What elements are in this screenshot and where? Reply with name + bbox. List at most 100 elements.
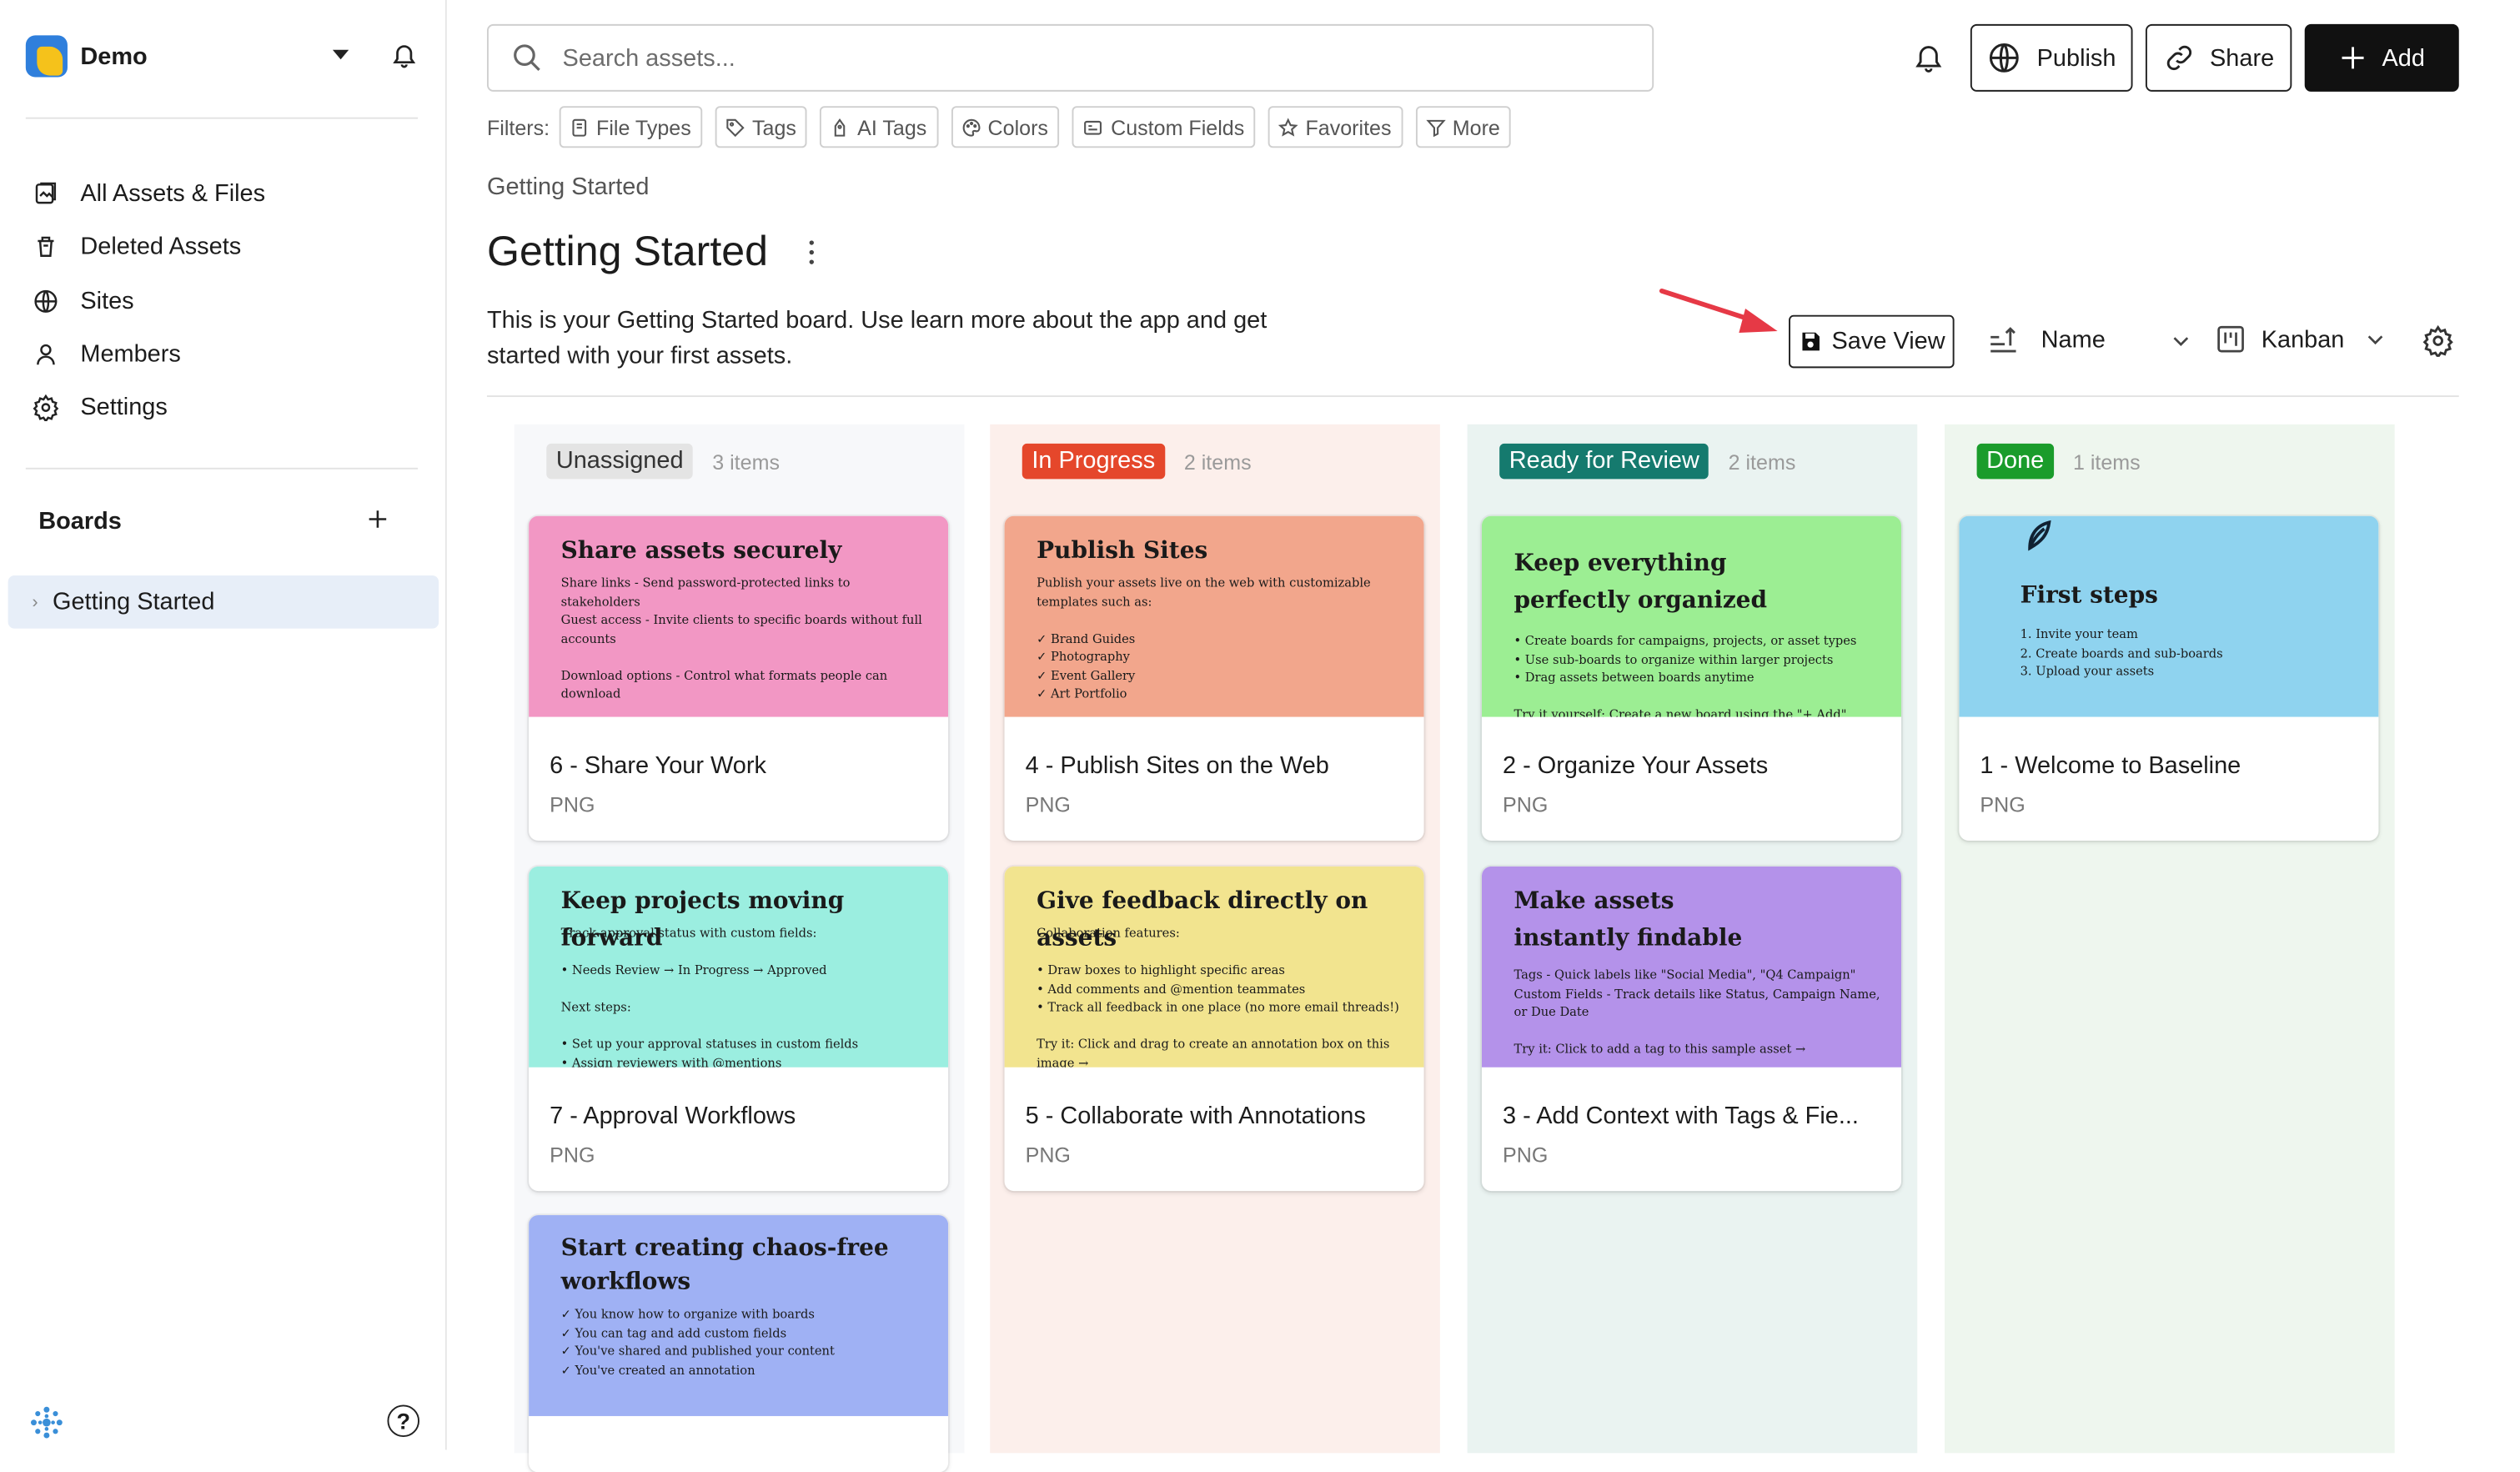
card-title: 4 - Publish Sites on the Web (1025, 751, 1329, 780)
share-label: Share (2210, 44, 2275, 72)
notifications-bell-icon[interactable] (1912, 40, 1945, 83)
page-title: Getting Started (486, 226, 769, 275)
asset-card[interactable]: Make assets instantly findable Tags - Qu… (1481, 866, 1901, 1192)
thumbnail-text: ✓ You know how to organize with boards ✓… (560, 1306, 835, 1377)
sort-label: Name (2041, 326, 2106, 354)
bell-icon[interactable] (390, 42, 418, 77)
asset-card[interactable]: Keep everything perfectly organized • Cr… (1481, 515, 1901, 841)
column-header: In Progress 2 items (1022, 443, 1252, 480)
filter-file-types[interactable]: File Types (559, 106, 703, 148)
thumbnail-text: Tags - Quick labels like "Social Media",… (1514, 967, 1880, 1057)
asset-thumbnail: First steps 1. Invite your team 2. Creat… (1959, 515, 2379, 717)
filter-label: Tags (752, 114, 796, 139)
view-mode-label: Kanban (2261, 325, 2345, 354)
asset-card[interactable]: Keep projects moving forward Track appro… (529, 866, 949, 1192)
filter-label: Favorites (1305, 114, 1392, 139)
floppy-disk-icon (1801, 332, 1820, 351)
thumbnail-heading: Make assets instantly findable (1514, 887, 1743, 952)
publish-button[interactable]: Publish (1970, 23, 2133, 92)
chevron-down-icon (2173, 336, 2189, 346)
filter-colors[interactable]: Colors (951, 106, 1060, 148)
search-box[interactable] (486, 23, 1654, 92)
filter-more[interactable]: More (1415, 106, 1512, 148)
sidebar-item-deleted-assets[interactable]: Deleted Assets (33, 221, 266, 274)
filter-tags[interactable]: Tags (715, 106, 808, 148)
board-label: Getting Started (52, 588, 215, 616)
thumbnail-heading: Publish Sites (1037, 536, 1208, 565)
save-view-button[interactable]: Save View (1789, 314, 1955, 369)
app-logo-icon[interactable] (28, 1404, 66, 1450)
column-status-badge: Unassigned (546, 443, 694, 480)
column-count: 3 items (712, 449, 780, 474)
column-header: Done 1 items (1976, 443, 2141, 480)
filters-label: Filters: (486, 114, 550, 139)
asset-thumbnail: Share assets securely Share links - Send… (529, 515, 949, 717)
workspace-switcher[interactable]: Demo (25, 35, 148, 78)
sort-dropdown[interactable]: Name (1986, 323, 2192, 356)
save-view-label: Save View (1831, 328, 1945, 355)
asset-thumbnail: Keep everything perfectly organized • Cr… (1481, 515, 1901, 717)
sort-icon (1990, 327, 2016, 353)
sidebar-item-label: All Assets & Files (80, 180, 266, 208)
thumbnail-text: Track approval status with custom fields… (560, 926, 859, 1068)
thumbnail-text: Publish your assets live on the web with… (1037, 575, 1371, 701)
card-file-type: PNG (1025, 792, 1071, 817)
sidebar-item-settings[interactable]: Settings (33, 381, 266, 435)
link-icon (2166, 45, 2191, 70)
filter-favorites[interactable]: Favorites (1268, 106, 1403, 148)
share-button[interactable]: Share (2145, 23, 2292, 92)
chevron-down-icon[interactable] (332, 49, 349, 60)
asset-card[interactable]: Give feedback directly on assets Collabo… (1004, 866, 1424, 1192)
card-file-type: PNG (1025, 1143, 1071, 1168)
chevron-right-icon[interactable]: › (33, 592, 38, 611)
sidebar-item-sites[interactable]: Sites (33, 274, 266, 328)
sidebar: Demo All Assets & Files Deleted Assets S… (0, 0, 447, 1450)
annotation-arrow-icon (1659, 288, 1778, 333)
workspace-logo (25, 35, 68, 78)
add-board-icon[interactable] (364, 506, 390, 540)
sidebar-item-all-assets[interactable]: All Assets & Files (33, 167, 266, 220)
filter-ai-tags[interactable]: AI Tags (820, 106, 938, 148)
tag-icon (725, 117, 745, 138)
board-settings-gear-icon[interactable] (2422, 324, 2454, 364)
card-title: 2 - Organize Your Assets (1503, 751, 1769, 780)
boards-heading: Boards (38, 508, 122, 535)
filter-label: File Types (596, 114, 691, 139)
asset-thumbnail: Publish Sites Publish your assets live o… (1004, 515, 1424, 717)
more-options-icon[interactable] (804, 238, 820, 274)
sidebar-item-label: Members (80, 340, 181, 369)
filter-label: Custom Fields (1111, 114, 1245, 139)
sidebar-board-getting-started[interactable]: › Getting Started (8, 575, 439, 629)
help-icon[interactable]: ? (387, 1404, 420, 1438)
filter-custom-fields[interactable]: Custom Fields (1072, 106, 1256, 148)
custom-fields-icon (1082, 117, 1104, 138)
column-status-badge: In Progress (1022, 443, 1165, 480)
asset-card[interactable]: First steps 1. Invite your team 2. Creat… (1959, 515, 2379, 841)
asset-card[interactable]: Start creating chaos-free workflows ✓ Yo… (529, 1215, 949, 1472)
chevron-down-icon (2367, 335, 2383, 345)
search-input[interactable] (559, 43, 1530, 73)
filter-label: More (1452, 114, 1500, 139)
kanban-icon (2217, 325, 2244, 353)
column-status-badge: Done (1976, 443, 2054, 480)
search-icon (514, 44, 540, 71)
assets-icon (35, 182, 57, 204)
sidebar-item-members[interactable]: Members (33, 328, 266, 381)
thumbnail-heading: Keep everything perfectly organized (1514, 550, 1768, 615)
ai-tag-icon (830, 117, 851, 138)
asset-thumbnail: Make assets instantly findable Tags - Qu… (1481, 866, 1901, 1068)
thumbnail-heading: Start creating chaos-free workflows (560, 1234, 889, 1296)
star-icon (1278, 117, 1299, 138)
breadcrumb[interactable]: Getting Started (487, 173, 649, 201)
sidebar-item-label: Sites (80, 287, 134, 315)
asset-card[interactable]: Share assets securely Share links - Send… (529, 515, 949, 841)
card-file-type: PNG (1980, 792, 2026, 817)
add-button[interactable]: Add (2304, 23, 2459, 92)
thumbnail-text: 1. Invite your team 2. Create boards and… (2020, 626, 2223, 679)
gear-icon (33, 394, 59, 422)
column-count: 1 items (2072, 449, 2141, 474)
asset-card[interactable]: Publish Sites Publish your assets live o… (1004, 515, 1424, 841)
card-title: 3 - Add Context with Tags & Fie... (1503, 1103, 1859, 1130)
view-mode-dropdown[interactable]: Kanban (2215, 323, 2387, 355)
thumbnail-text: • Create boards for campaigns, projects,… (1514, 633, 1857, 717)
